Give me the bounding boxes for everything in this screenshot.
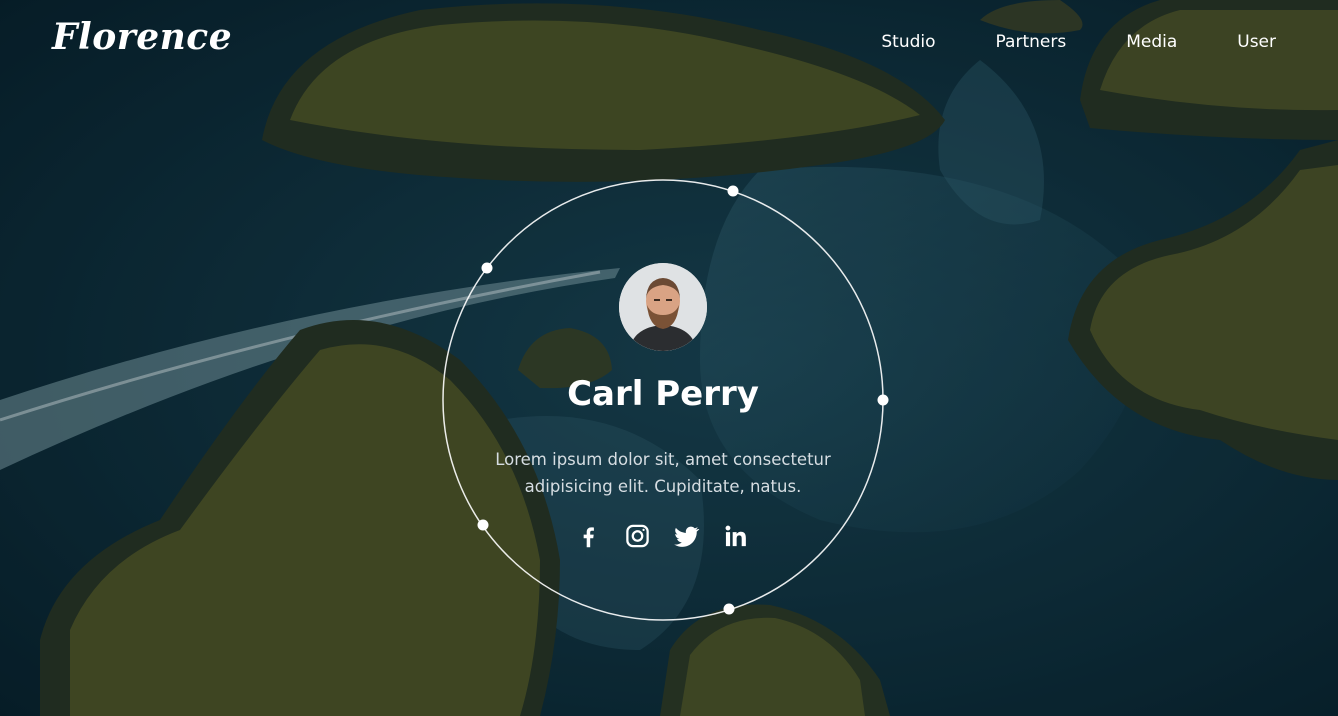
nav-item-media[interactable]: Media: [1126, 32, 1177, 52]
bio-line: Lorem ipsum dolor sit, amet consectetur: [495, 450, 831, 469]
main-nav: Studio Partners Media User: [881, 32, 1276, 52]
bio-line: adipisicing elit. Cupiditate, natus.: [524, 477, 802, 496]
brand-logo[interactable]: Florence: [52, 16, 232, 58]
linkedin-icon[interactable]: [722, 522, 749, 550]
instagram-icon[interactable]: [624, 522, 651, 550]
profile-name: Carl Perry: [567, 374, 759, 414]
nav-item-partners[interactable]: Partners: [996, 32, 1067, 52]
avatar: [619, 263, 707, 351]
avatar-image: [619, 263, 707, 351]
background-aerial-island-image: [0, 0, 1338, 716]
twitter-icon[interactable]: [673, 522, 700, 550]
nav-item-studio[interactable]: Studio: [881, 32, 935, 52]
profile-bio: Lorem ipsum dolor sit, amet consectetur …: [463, 446, 863, 500]
facebook-icon[interactable]: [575, 522, 602, 550]
nav-item-user[interactable]: User: [1237, 32, 1276, 52]
social-links: [575, 522, 749, 550]
